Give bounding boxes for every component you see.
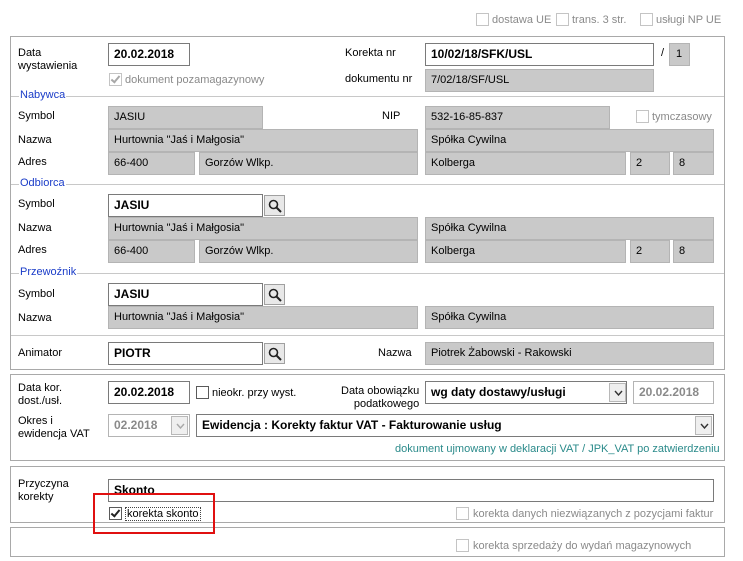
nabywca-ulica-field: Kolberga [425, 152, 626, 175]
korekta-sprzedazy-checkbox[interactable] [456, 539, 469, 552]
korekta-nr-label: Korekta nr [345, 47, 396, 59]
korekta-sprzedazy-label: korekta sprzedaży do wydań magazynowych [473, 540, 692, 552]
nip-label: NIP [382, 110, 401, 122]
jpk-note: dokument ujmowany w deklaracji VAT / JPK… [395, 443, 720, 455]
dokument-pozamagazynowy-checkbox[interactable] [109, 73, 122, 86]
dokumentu-nr-field: 7/02/18/SF/USL [425, 69, 654, 92]
search-icon [268, 288, 282, 302]
korekta-niezwiazanych-checkbox[interactable] [456, 507, 469, 520]
nieokr-checkbox[interactable] [196, 386, 209, 399]
odbiorca-symbol-field[interactable]: JASIU [108, 194, 263, 217]
nabywca-nr-lokalu-field: 8 [673, 152, 714, 175]
przewoznik-title: Przewoźnik [19, 266, 78, 279]
dostawa-ue-checkbox[interactable] [476, 13, 489, 26]
nabywca-nazwa-field: Hurtownia "Jaś i Małgosia" [108, 129, 418, 152]
odbiorca-nazwa-label: Nazwa [18, 222, 52, 234]
trans-3-str-label: trans. 3 str. [572, 14, 627, 26]
nabywca-title: Nabywca [19, 89, 67, 102]
uslugi-np-ue-label: usługi NP UE [656, 14, 722, 26]
nabywca-symbol-field: JASIU [108, 106, 263, 129]
odbiorca-ulica-field: Kolberga [425, 240, 626, 263]
odbiorca-symbol-label: Symbol [18, 198, 55, 210]
przewoznik-divider [11, 273, 724, 274]
chevron-down-icon [176, 423, 185, 429]
data-kor-field[interactable]: 20.02.2018 [108, 381, 190, 404]
animator-field[interactable]: PIOTR [108, 342, 263, 365]
highlight-box [93, 493, 215, 534]
data-wystawienia-label: Data wystawienia [18, 47, 78, 72]
nabywca-adres-label: Adres [18, 156, 47, 168]
przewoznik-nazwa-field: Hurtownia "Jaś i Małgosia" [108, 306, 418, 329]
odbiorca-kod-field: 66-400 [108, 240, 195, 263]
chevron-down-icon [700, 423, 709, 429]
nabywca-nr-domu-field: 2 [630, 152, 670, 175]
dostawa-ue-label: dostawa UE [492, 14, 552, 26]
tymczasowy-checkbox[interactable] [636, 110, 649, 123]
przewoznik-nazwa2-field: Spółka Cywilna [425, 306, 714, 329]
nabywca-divider [11, 96, 724, 97]
obowiazek-label: Data obowiązku podatkowego [341, 385, 420, 410]
data-wystawienia-field[interactable]: 20.02.2018 [108, 43, 190, 66]
nabywca-kod-field: 66-400 [108, 152, 195, 175]
odbiorca-nazwa2-field: Spółka Cywilna [425, 217, 714, 240]
search-icon [268, 347, 282, 361]
animator-search-button[interactable] [264, 343, 285, 364]
okres-label: Okres i ewidencja VAT [18, 415, 90, 440]
tymczasowy-label: tymczasowy [652, 111, 712, 123]
przewoznik-nazwa-label: Nazwa [18, 312, 52, 324]
odbiorca-nr-lokalu-field: 8 [673, 240, 714, 263]
nip-field: 532-16-85-837 [425, 106, 610, 129]
uslugi-np-ue-checkbox[interactable] [640, 13, 653, 26]
przewoznik-symbol-label: Symbol [18, 288, 55, 300]
korekta-separator: / [661, 47, 665, 59]
nabywca-nazwa2-field: Spółka Cywilna [425, 129, 714, 152]
odbiorca-title: Odbiorca [19, 177, 66, 190]
animator-nazwa-label: Nazwa [378, 347, 412, 359]
obowiazek-date-field: 20.02.2018 [633, 381, 714, 404]
obowiazek-dropdown-button[interactable] [609, 383, 626, 402]
animator-label: Animator [18, 347, 63, 359]
okres-dropdown-button [171, 416, 188, 435]
odbiorca-nr-domu-field: 2 [630, 240, 670, 263]
animator-divider [11, 335, 724, 336]
dokument-pozamagazynowy-label: dokument pozamagazynowy [125, 74, 265, 86]
odbiorca-nazwa-field: Hurtownia "Jaś i Małgosia" [108, 217, 418, 240]
nieokr-label: nieokr. przy wyst. [212, 387, 297, 399]
nabywca-symbol-label: Symbol [18, 110, 55, 122]
przewoznik-search-button[interactable] [264, 284, 285, 305]
nabywca-miasto-field: Gorzów Wlkp. [199, 152, 418, 175]
ewidencja-select[interactable]: Ewidencja : Korekty faktur VAT - Fakturo… [196, 414, 714, 437]
odbiorca-miasto-field: Gorzów Wlkp. [199, 240, 418, 263]
search-icon [268, 199, 282, 213]
przewoznik-symbol-field[interactable]: JASIU [108, 283, 263, 306]
dokumentu-nr-label: dokumentu nr [345, 73, 413, 85]
odbiorca-divider [11, 184, 724, 185]
chevron-down-icon [614, 390, 623, 396]
obowiazek-select[interactable]: wg daty dostawy/usługi [425, 381, 627, 404]
korekta-nr-field[interactable]: 10/02/18/SFK/USL [425, 43, 654, 66]
korekta-suffix-field: 1 [669, 43, 690, 66]
odbiorca-adres-label: Adres [18, 244, 47, 256]
ewidencja-dropdown-button[interactable] [695, 416, 712, 435]
odbiorca-search-button[interactable] [264, 195, 285, 216]
data-kor-label: Data kor. dost./usł. [18, 382, 63, 407]
przyczyna-label: Przyczyna korekty [18, 478, 69, 503]
nabywca-nazwa-label: Nazwa [18, 134, 52, 146]
korekta-niezwiazanych-label: korekta danych niezwiązanych z pozycjami… [473, 508, 714, 520]
trans-3-str-checkbox[interactable] [556, 13, 569, 26]
animator-nazwa-field: Piotrek Żabowski - Rakowski [425, 342, 714, 365]
